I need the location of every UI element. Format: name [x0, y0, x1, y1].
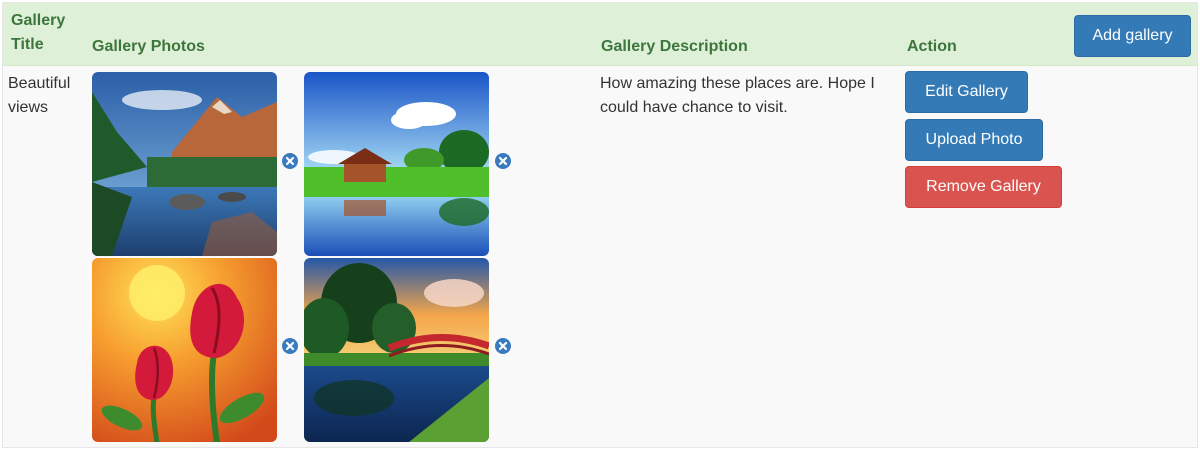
header-action: Action	[907, 38, 957, 55]
gallery-photo-cabin-meadow[interactable]	[304, 72, 489, 256]
remove-photo-icon[interactable]	[282, 338, 298, 354]
gallery-title-cell: Beautiful views	[8, 75, 71, 116]
remove-gallery-button[interactable]: Remove Gallery	[905, 166, 1062, 208]
header-gallery-photos: Gallery Photos	[92, 38, 205, 55]
gallery-description-cell: How amazing these places are. Hope I cou…	[600, 75, 875, 116]
edit-gallery-button[interactable]: Edit Gallery	[905, 71, 1028, 113]
gallery-photo-roses[interactable]	[92, 258, 277, 442]
remove-photo-icon[interactable]	[495, 153, 511, 169]
gallery-photo-mountain-lake[interactable]	[92, 72, 277, 256]
header-gallery-title: Gallery Title	[11, 12, 66, 53]
gallery-photo-bridge-sunset[interactable]	[304, 258, 489, 442]
cabin-meadow-image	[304, 72, 489, 256]
upload-photo-button[interactable]: Upload Photo	[905, 119, 1043, 161]
mountain-lake-image	[92, 72, 277, 256]
header-gallery-description: Gallery Description	[601, 38, 748, 55]
bridge-sunset-image	[304, 258, 489, 442]
add-gallery-button[interactable]: Add gallery	[1074, 15, 1191, 57]
roses-image	[92, 258, 277, 442]
table-header-row: Gallery Title Gallery Photos Gallery Des…	[3, 3, 1197, 66]
remove-photo-icon[interactable]	[495, 338, 511, 354]
remove-photo-icon[interactable]	[282, 153, 298, 169]
